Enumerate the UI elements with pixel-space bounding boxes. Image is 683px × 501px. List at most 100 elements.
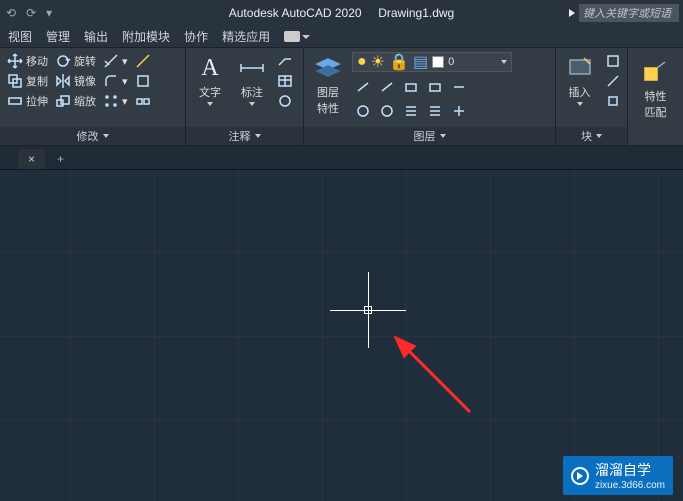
move-icon — [6, 52, 24, 70]
play-icon[interactable] — [569, 9, 575, 17]
layer-tool10-icon[interactable] — [448, 100, 470, 122]
layer-tools — [352, 76, 549, 122]
pickbox — [364, 306, 372, 314]
menu-addons[interactable]: 附加模块 — [122, 28, 170, 45]
text-button[interactable]: A 文字 — [192, 52, 228, 108]
leader-icon[interactable] — [276, 52, 294, 70]
move-button[interactable]: 移动 — [6, 52, 48, 70]
match-properties-icon — [642, 58, 670, 86]
mirror-label: 镜像 — [74, 73, 96, 89]
block-attr-icon[interactable] — [604, 92, 622, 110]
title-right: 键入关键字或短语 — [569, 4, 679, 22]
insert-label: 插入 — [569, 84, 591, 100]
stretch-label: 拉伸 — [26, 93, 48, 109]
block-edit-icon[interactable] — [604, 72, 622, 90]
extra3-icon[interactable] — [134, 92, 152, 110]
extra2-icon[interactable] — [134, 72, 152, 90]
copy-label: 复制 — [26, 73, 48, 89]
panel-modify: 移动 复制 拉伸 旋转 镜像 — [0, 48, 186, 145]
fillet-icon — [102, 72, 120, 90]
block-create-icon[interactable] — [604, 52, 622, 70]
panel-block-title[interactable]: 块 — [556, 127, 627, 145]
caret-down-icon — [302, 35, 310, 39]
trim-icon — [102, 52, 120, 70]
bulb-icon: ● — [357, 53, 367, 71]
panel-layers-title[interactable]: 图层 — [304, 127, 555, 145]
scale-icon — [54, 92, 72, 110]
insert-button[interactable]: 插入 — [562, 52, 598, 108]
panel-block: 插入 块 — [556, 48, 628, 145]
panel-modify-title[interactable]: 修改 — [0, 127, 185, 145]
drawing-canvas[interactable]: 溜溜自学 zixue.3d66.com — [0, 170, 683, 501]
watermark-name: 溜溜自学 — [595, 460, 665, 480]
menu-view[interactable]: 视图 — [8, 28, 32, 45]
menu-collab[interactable]: 协作 — [184, 28, 208, 45]
panel-annotate-title[interactable]: 注释 — [186, 127, 303, 145]
undo-icon[interactable]: ⟲ — [6, 6, 16, 20]
caret-icon — [501, 60, 507, 64]
annotation-arrow — [400, 342, 490, 437]
layer-tool3-icon[interactable] — [400, 76, 422, 98]
dimension-button[interactable]: 标注 — [234, 52, 270, 108]
layer-tool2-icon[interactable] — [376, 76, 398, 98]
copy-button[interactable]: 复制 — [6, 72, 48, 90]
sun-icon: ☀ — [371, 52, 385, 72]
extra1-icon[interactable] — [134, 52, 152, 70]
layer-selector[interactable]: ● ☀ 🔒 ▤ 0 — [352, 52, 512, 72]
rotate-button[interactable]: 旋转 — [54, 52, 96, 70]
stretch-button[interactable]: 拉伸 — [6, 92, 48, 110]
layer-tool9-icon[interactable] — [424, 100, 446, 122]
caret-icon — [249, 102, 255, 106]
app-name: Autodesk AutoCAD 2020 — [229, 6, 362, 20]
tab-strip: × + — [0, 146, 683, 170]
tb-caret-icon[interactable]: ▾ — [46, 6, 52, 20]
fillet-button[interactable]: ▾ — [102, 72, 128, 90]
scale-label: 缩放 — [74, 93, 96, 109]
menu-output[interactable]: 输出 — [84, 28, 108, 45]
mirror-button[interactable]: 镜像 — [54, 72, 96, 90]
ribbon: 移动 复制 拉伸 旋转 镜像 — [0, 48, 683, 146]
move-label: 移动 — [26, 53, 48, 69]
redo-icon[interactable]: ⟳ — [26, 6, 36, 20]
layer-tool6-icon[interactable] — [352, 100, 374, 122]
title-left: ⟲ ⟳ ▾ — [6, 6, 52, 20]
layers-icon — [314, 54, 342, 82]
layer-tool1-icon[interactable] — [352, 76, 374, 98]
watermark: 溜溜自学 zixue.3d66.com — [563, 456, 673, 495]
watermark-url: zixue.3d66.com — [595, 480, 665, 491]
dimension-label: 标注 — [241, 84, 263, 100]
menu-featured[interactable]: 精选应用 — [222, 28, 270, 45]
layer-properties-label: 图层 特性 — [317, 84, 339, 116]
layer-tool5-icon[interactable] — [448, 76, 470, 98]
panel-properties: 特性 匹配 — [628, 48, 683, 145]
tab-new[interactable]: + — [47, 149, 74, 169]
trim-button[interactable]: ▾ — [102, 52, 128, 70]
panel-layers: 图层 特性 ● ☀ 🔒 ▤ 0 — [304, 48, 556, 145]
mirror-icon — [54, 72, 72, 90]
layer-tool4-icon[interactable] — [424, 76, 446, 98]
color-swatch — [432, 56, 444, 68]
layer-tool8-icon[interactable] — [400, 100, 422, 122]
layer-properties-button[interactable]: 图层 特性 — [310, 52, 346, 118]
caret-icon — [207, 102, 213, 106]
plot-icon: ▤ — [413, 52, 428, 72]
scale-button[interactable]: 缩放 — [54, 92, 96, 110]
menu-bar: 视图 管理 输出 附加模块 协作 精选应用 — [0, 26, 683, 48]
search-placeholder: 键入关键字或短语 — [583, 5, 671, 21]
annot-extra-icon[interactable] — [276, 92, 294, 110]
window-title: Autodesk AutoCAD 2020 Drawing1.dwg — [229, 6, 454, 20]
table-icon[interactable] — [276, 72, 294, 90]
layer-tool7-icon[interactable] — [376, 100, 398, 122]
panel-caret-icon — [103, 134, 109, 138]
menu-manage[interactable]: 管理 — [46, 28, 70, 45]
search-input[interactable]: 键入关键字或短语 — [579, 4, 679, 22]
camera-icon — [284, 31, 300, 42]
copy-icon — [6, 72, 24, 90]
panel-annotate: A 文字 标注 注释 — [186, 48, 304, 145]
major-grid — [0, 170, 683, 501]
tab-close[interactable]: × — [18, 149, 45, 169]
camera-dropdown[interactable] — [284, 31, 310, 42]
match-properties-button[interactable]: 特性 匹配 — [638, 52, 674, 125]
array-button[interactable]: ▾ — [102, 92, 128, 110]
insert-icon — [566, 54, 594, 82]
